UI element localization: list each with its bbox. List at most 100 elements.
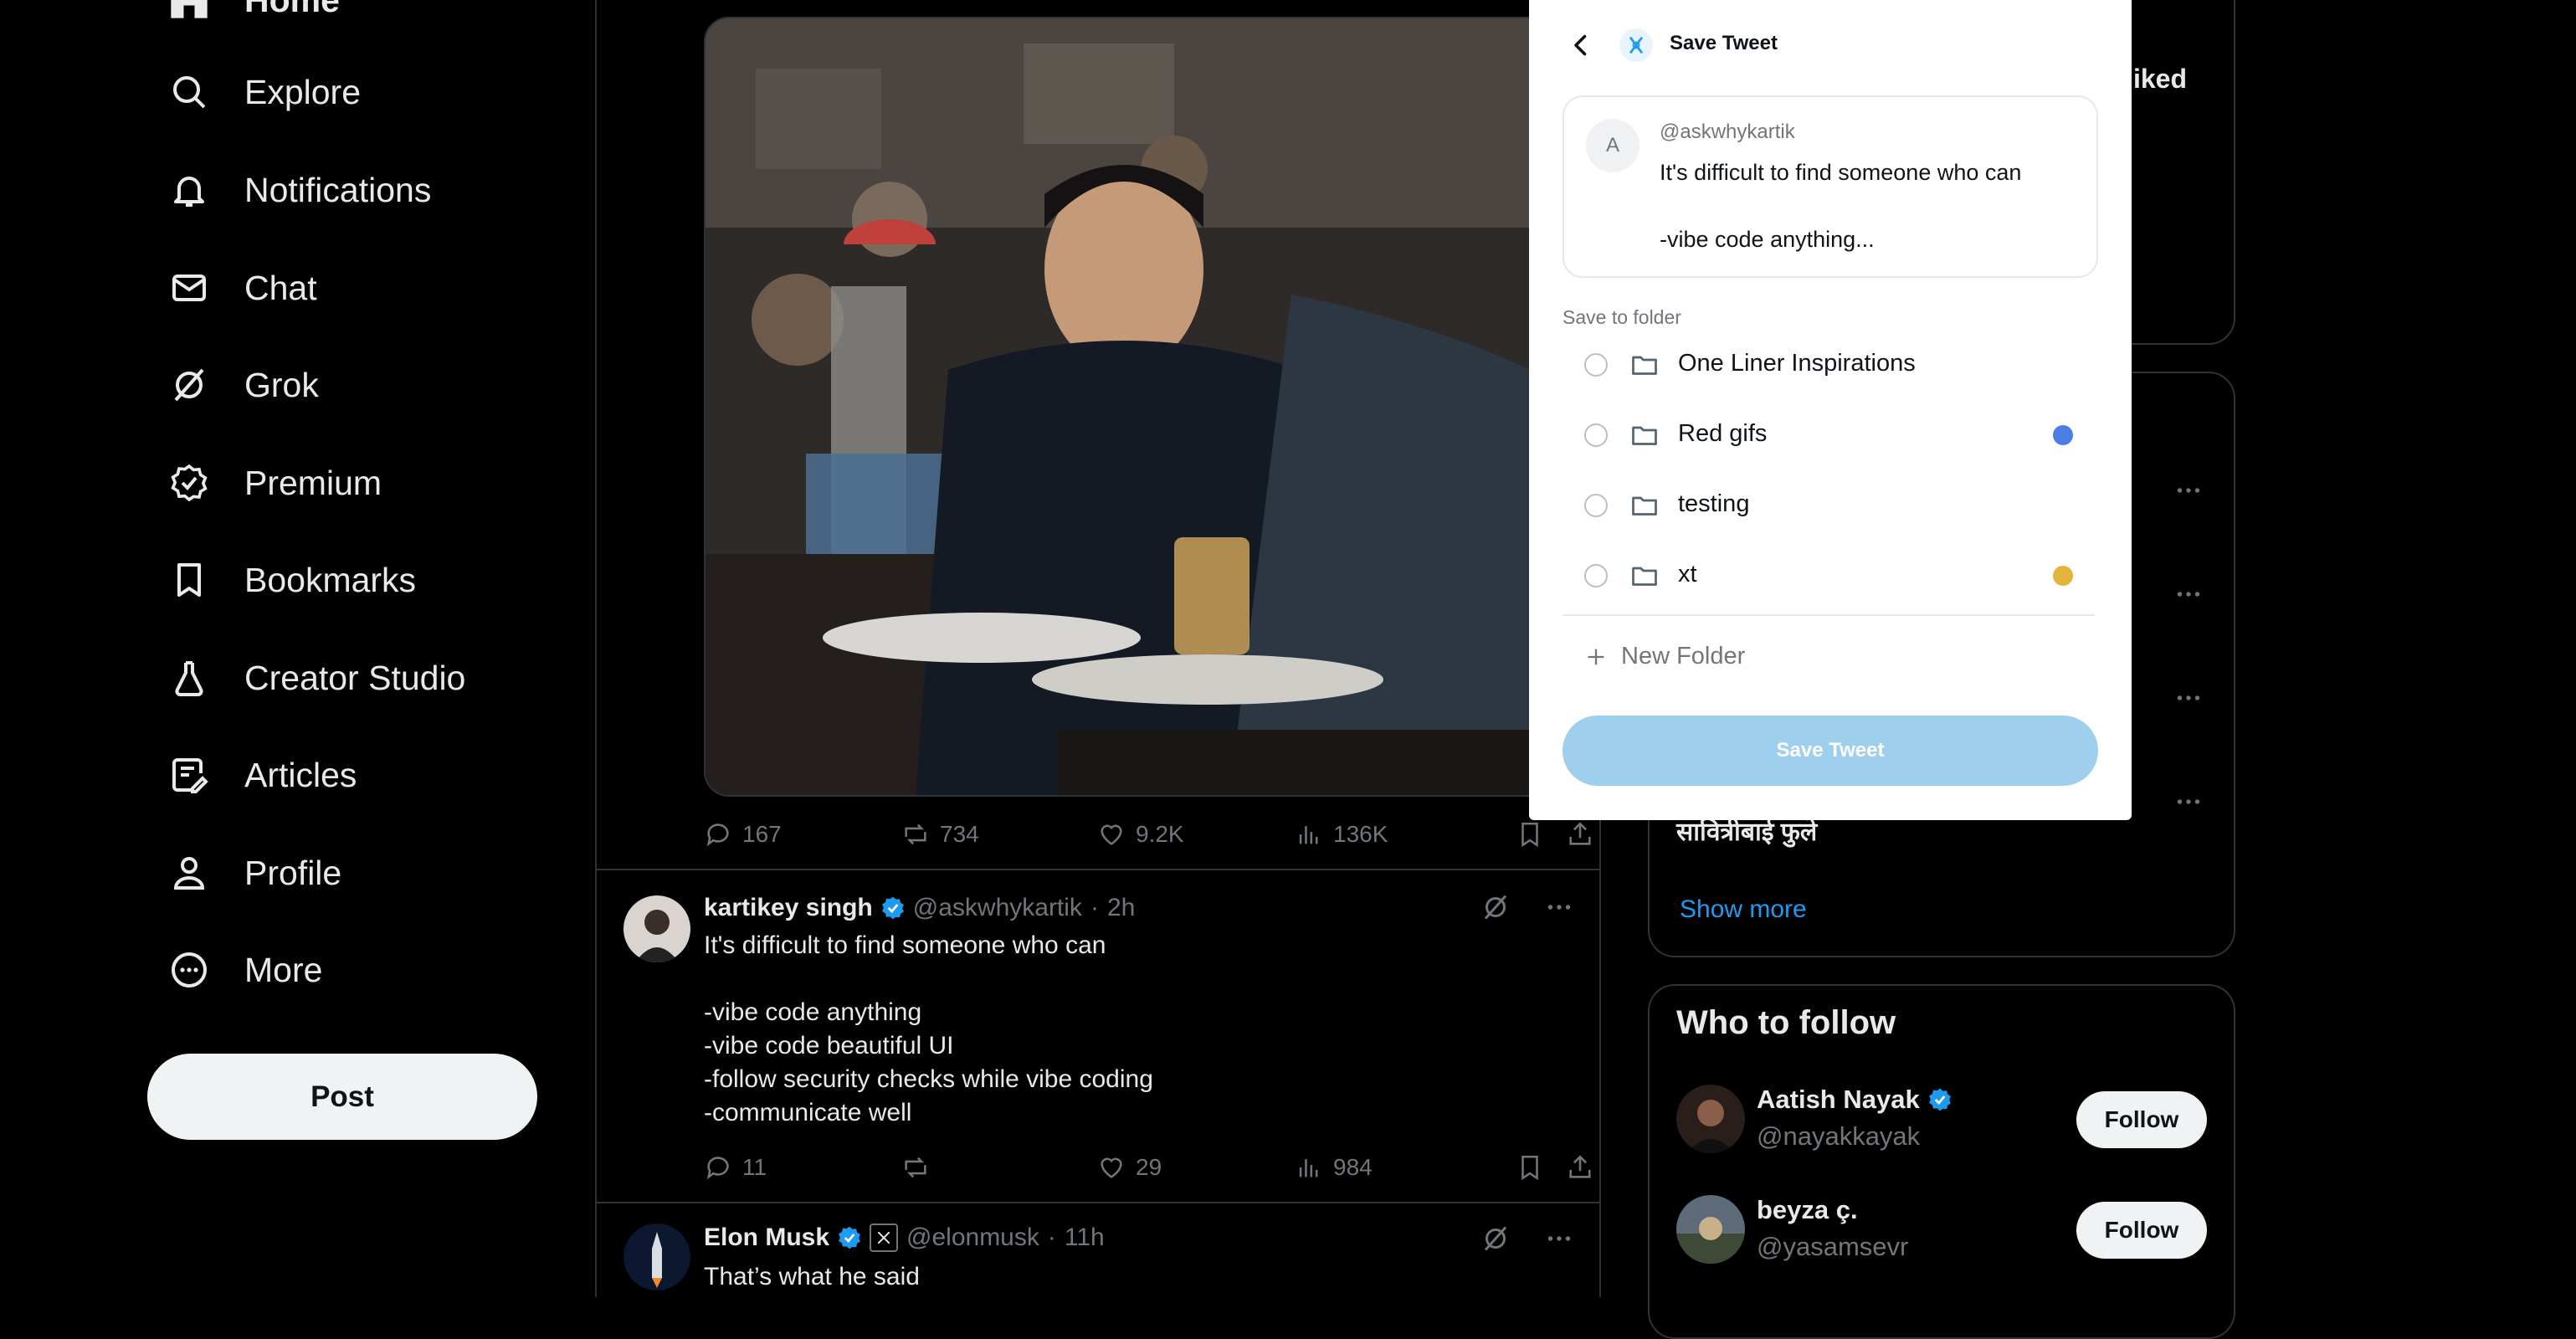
like-button[interactable]: 29 [1097, 1147, 1162, 1188]
avatar[interactable] [1676, 1085, 1745, 1153]
folder-icon [1629, 490, 1660, 521]
folder-radio[interactable] [1584, 353, 1608, 377]
author-name[interactable]: Elon Musk [704, 1224, 829, 1252]
new-folder-button[interactable]: New Folder [1584, 643, 1745, 670]
reply-count: 11 [742, 1154, 767, 1180]
folder-radio[interactable] [1584, 494, 1608, 517]
bookmark-button[interactable] [1516, 1147, 1544, 1188]
grok-icon[interactable] [1480, 1224, 1511, 1254]
nav-label: Articles [244, 755, 357, 794]
author-handle[interactable]: @elonmusk [906, 1224, 1039, 1252]
nav-profile[interactable]: Profile [167, 839, 341, 906]
folder-icon [1629, 420, 1660, 450]
nav-home[interactable]: Home [167, 0, 340, 33]
nav-notifications[interactable]: Notifications [167, 156, 431, 223]
follow-button[interactable]: Follow [2076, 1091, 2207, 1148]
tweet-text: That’s what he said [704, 1263, 920, 1290]
nav-chat[interactable]: Chat [167, 254, 317, 321]
heart-icon [1097, 820, 1126, 849]
nav-articles[interactable]: Articles [167, 741, 357, 808]
left-navigation: Home Explore Notifications Chat Grok Pre… [0, 0, 595, 1297]
nav-label: Chat [244, 268, 317, 307]
preview-text: It's difficult to find someone who can -… [1660, 160, 2022, 252]
tweet[interactable]: kartikey singh @askwhykartik · 2h It's d… [597, 869, 1599, 1203]
tweet-tools [1480, 892, 1574, 922]
nav-grok[interactable]: Grok [167, 351, 319, 418]
follow-button[interactable]: Follow [2076, 1202, 2207, 1259]
article-icon [167, 753, 211, 797]
folder-option[interactable]: One Liner Inspirations [1563, 331, 2095, 398]
tweet-time[interactable]: 11h [1065, 1224, 1105, 1252]
bookmark-icon [167, 558, 211, 602]
new-folder-label: New Folder [1621, 643, 1746, 670]
verified-badge-icon [1927, 1086, 1953, 1113]
trend-more-icon[interactable] [2173, 683, 2204, 713]
who-to-follow-title: Who to follow [1676, 1004, 1896, 1041]
follow-suggestion[interactable]: Aatish Nayak @nayakkayak Follow [1676, 1085, 2207, 1153]
nav-label: More [244, 950, 323, 989]
more-options-icon[interactable] [1544, 892, 1574, 922]
repost-button[interactable]: 734 [901, 813, 979, 855]
more-options-icon[interactable] [1544, 1224, 1574, 1254]
folder-radio[interactable] [1584, 423, 1608, 447]
account-handle[interactable]: @nayakkayak [1757, 1121, 1920, 1152]
reply-button[interactable]: 167 [704, 813, 782, 855]
avatar[interactable] [1676, 1195, 1745, 1264]
author-name[interactable]: kartikey singh [704, 894, 873, 922]
account-name[interactable]: Aatish Nayak [1757, 1085, 1920, 1115]
trend-more-icon[interactable] [2173, 475, 2204, 505]
author-handle[interactable]: @askwhykartik [913, 894, 1082, 922]
follow-suggestion[interactable]: beyza ç. @yasamsevr Follow [1676, 1195, 2207, 1264]
post-button[interactable]: Post [147, 1054, 537, 1140]
like-button[interactable]: 9.2K [1097, 813, 1184, 855]
share-button[interactable] [1566, 1147, 1594, 1188]
account-name[interactable]: beyza ç. [1757, 1195, 1858, 1225]
folder-option[interactable]: testing [1563, 472, 2095, 539]
nav-premium[interactable]: Premium [167, 449, 382, 516]
nav-label: Creator Studio [244, 658, 466, 697]
nav-bookmarks[interactable]: Bookmarks [167, 546, 416, 613]
repost-count: 734 [940, 821, 979, 847]
repost-button[interactable] [901, 1147, 930, 1188]
back-arrow-icon[interactable] [1566, 30, 1596, 60]
tweet-tools [1480, 1224, 1574, 1254]
nav-label: Bookmarks [244, 560, 417, 599]
account-handle[interactable]: @yasamsevr [1757, 1232, 1908, 1262]
views-count: 984 [1333, 1154, 1373, 1180]
popup-title: Save Tweet [1670, 32, 1778, 54]
folder-option[interactable]: Red gifs [1563, 402, 2095, 469]
tweet[interactable]: Elon Musk @elonmusk · 11h That’s what he… [597, 1202, 1599, 1297]
reply-count: 167 [742, 821, 782, 847]
flask-icon [167, 656, 211, 700]
bookmark-icon [1516, 1153, 1544, 1182]
nav-explore[interactable]: Explore [167, 59, 361, 126]
tweet-time[interactable]: 2h [1107, 894, 1135, 922]
separator: · [1090, 894, 1099, 921]
folder-radio[interactable] [1584, 564, 1608, 587]
trend-more-icon[interactable] [2173, 787, 2204, 817]
avatar[interactable] [623, 895, 690, 962]
grok-icon [167, 363, 211, 407]
views-button[interactable]: 136K [1295, 813, 1388, 855]
trend-more-icon[interactable] [2173, 579, 2204, 609]
person-icon [167, 851, 211, 895]
nav-label: Profile [244, 853, 342, 892]
folder-option[interactable]: xt [1563, 542, 2095, 609]
nav-creator-studio[interactable]: Creator Studio [167, 644, 465, 711]
folder-icon [1629, 561, 1660, 591]
nav-label: Explore [244, 72, 362, 111]
grok-icon[interactable] [1480, 892, 1511, 922]
tweet-media-image[interactable] [704, 17, 1583, 797]
folder-color-dot [2053, 425, 2073, 445]
heart-icon [1097, 1153, 1126, 1182]
save-tweet-button[interactable]: Save Tweet [1563, 716, 2098, 786]
extension-logo-icon [1619, 28, 1653, 62]
show-more-link[interactable]: Show more [1680, 895, 1807, 924]
avatar[interactable] [623, 1224, 690, 1290]
views-button[interactable]: 984 [1295, 1147, 1373, 1188]
nav-more[interactable]: More [167, 936, 322, 1003]
reply-button[interactable]: 11 [704, 1147, 767, 1188]
home-icon [167, 0, 211, 22]
tweet-text: It's difficult to find someone who can -… [704, 931, 1153, 1126]
preview-avatar: A [1586, 119, 1640, 172]
